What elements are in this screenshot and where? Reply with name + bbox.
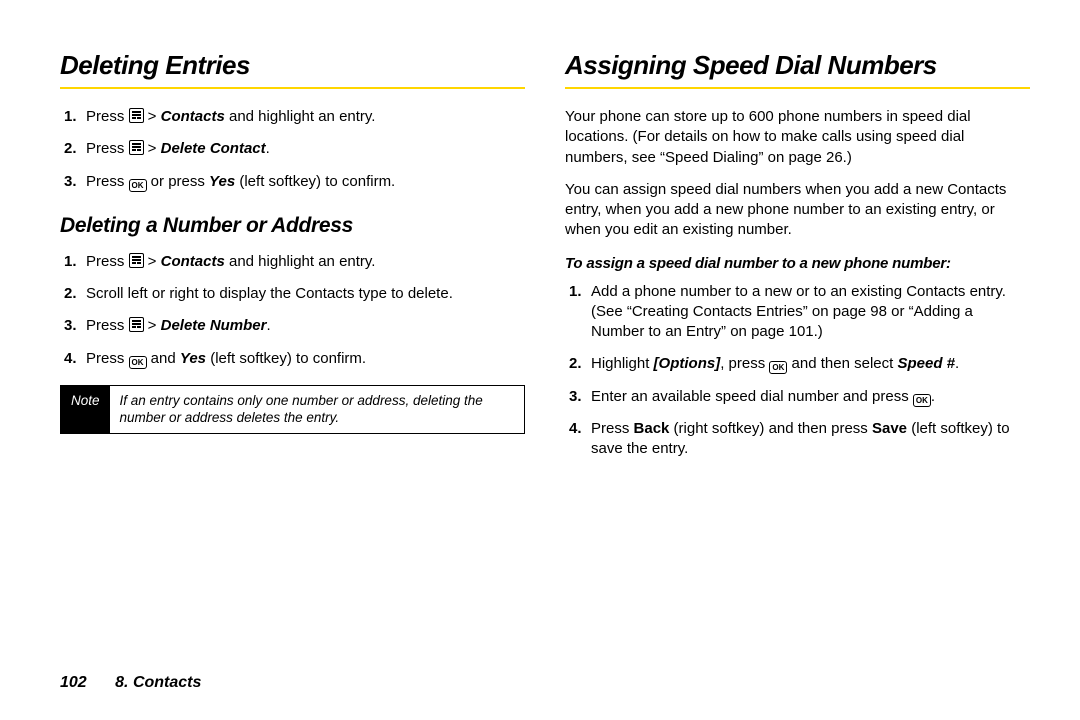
yellow-rule	[565, 87, 1030, 89]
text: Press	[86, 108, 129, 125]
step: Enter an available speed dial number and…	[565, 387, 1030, 407]
paragraph: You can assign speed dial numbers when y…	[565, 180, 1030, 241]
ok-icon: OK	[769, 361, 787, 374]
section-title: 8. Contacts	[115, 674, 201, 691]
text: .	[266, 140, 270, 157]
bold: Delete Contact	[161, 140, 266, 157]
heading-deleting-entries: Deleting Entries	[60, 50, 525, 81]
text: (left softkey) to confirm.	[206, 350, 366, 367]
step: Press > Delete Number.	[60, 316, 525, 336]
step: Highlight [Options], press OK and then s…	[565, 354, 1030, 374]
bold: Yes	[180, 350, 206, 367]
bold: Speed #	[897, 355, 955, 372]
note-box: Note If an entry contains only one numbe…	[60, 385, 525, 434]
step: Press Back (right softkey) and then pres…	[565, 419, 1030, 460]
step: Press > Contacts and highlight an entry.	[60, 107, 525, 127]
text: >	[144, 317, 161, 334]
text: Highlight	[591, 355, 654, 372]
text: Press	[86, 140, 129, 157]
text: and	[147, 350, 180, 367]
text: and highlight an entry.	[225, 108, 376, 125]
bold: Contacts	[161, 108, 225, 125]
step: Add a phone number to a new or to an exi…	[565, 282, 1030, 343]
menu-icon	[129, 253, 144, 268]
text: and highlight an entry.	[225, 253, 376, 270]
text: >	[144, 253, 161, 270]
text: and then select	[787, 355, 897, 372]
text: Press	[86, 253, 129, 270]
text: Press	[86, 317, 129, 334]
steps-assign-speed-dial: Add a phone number to a new or to an exi…	[565, 282, 1030, 460]
text: (right softkey) and then press	[669, 420, 872, 437]
bold: Delete Number	[161, 317, 267, 334]
text: Enter an available speed dial number and…	[591, 388, 913, 405]
bold: Yes	[209, 173, 235, 190]
text: .	[955, 355, 959, 372]
text: >	[144, 140, 161, 157]
lead-in: To assign a speed dial number to a new p…	[565, 255, 1030, 272]
heading-speed-dial: Assigning Speed Dial Numbers	[565, 50, 1030, 81]
step: Press OK or press Yes (left softkey) to …	[60, 172, 525, 192]
ok-icon: OK	[129, 179, 147, 192]
menu-icon	[129, 140, 144, 155]
text: .	[267, 317, 271, 334]
bold: Save	[872, 420, 907, 437]
bold: Contacts	[161, 253, 225, 270]
menu-icon	[129, 317, 144, 332]
steps-delete-number: Press > Contacts and highlight an entry.…	[60, 252, 525, 369]
page-number: 102	[60, 674, 87, 691]
page-columns: Deleting Entries Press > Contacts and hi…	[60, 50, 1030, 630]
left-column: Deleting Entries Press > Contacts and hi…	[60, 50, 525, 630]
ok-icon: OK	[129, 356, 147, 369]
text: , press	[720, 355, 769, 372]
yellow-rule	[60, 87, 525, 89]
page-footer: 102 8. Contacts	[60, 674, 201, 692]
step: Press > Delete Contact.	[60, 139, 525, 159]
bold: [Options]	[654, 355, 721, 372]
ok-icon: OK	[913, 394, 931, 407]
step: Press > Contacts and highlight an entry.	[60, 252, 525, 272]
paragraph: Your phone can store up to 600 phone num…	[565, 107, 1030, 168]
step: Scroll left or right to display the Cont…	[60, 284, 525, 304]
step: Press OK and Yes (left softkey) to confi…	[60, 349, 525, 369]
text: (left softkey) to confirm.	[235, 173, 395, 190]
text: Press	[591, 420, 634, 437]
note-text: If an entry contains only one number or …	[110, 386, 524, 433]
note-label: Note	[61, 386, 110, 433]
right-column: Assigning Speed Dial Numbers Your phone …	[565, 50, 1030, 630]
text: or press	[147, 173, 210, 190]
steps-delete-entry: Press > Contacts and highlight an entry.…	[60, 107, 525, 192]
text: Press	[86, 350, 129, 367]
heading-deleting-number: Deleting a Number or Address	[60, 214, 525, 238]
menu-icon	[129, 108, 144, 123]
text: Press	[86, 173, 129, 190]
text: .	[931, 388, 935, 405]
bold: Back	[634, 420, 670, 437]
text: >	[144, 108, 161, 125]
